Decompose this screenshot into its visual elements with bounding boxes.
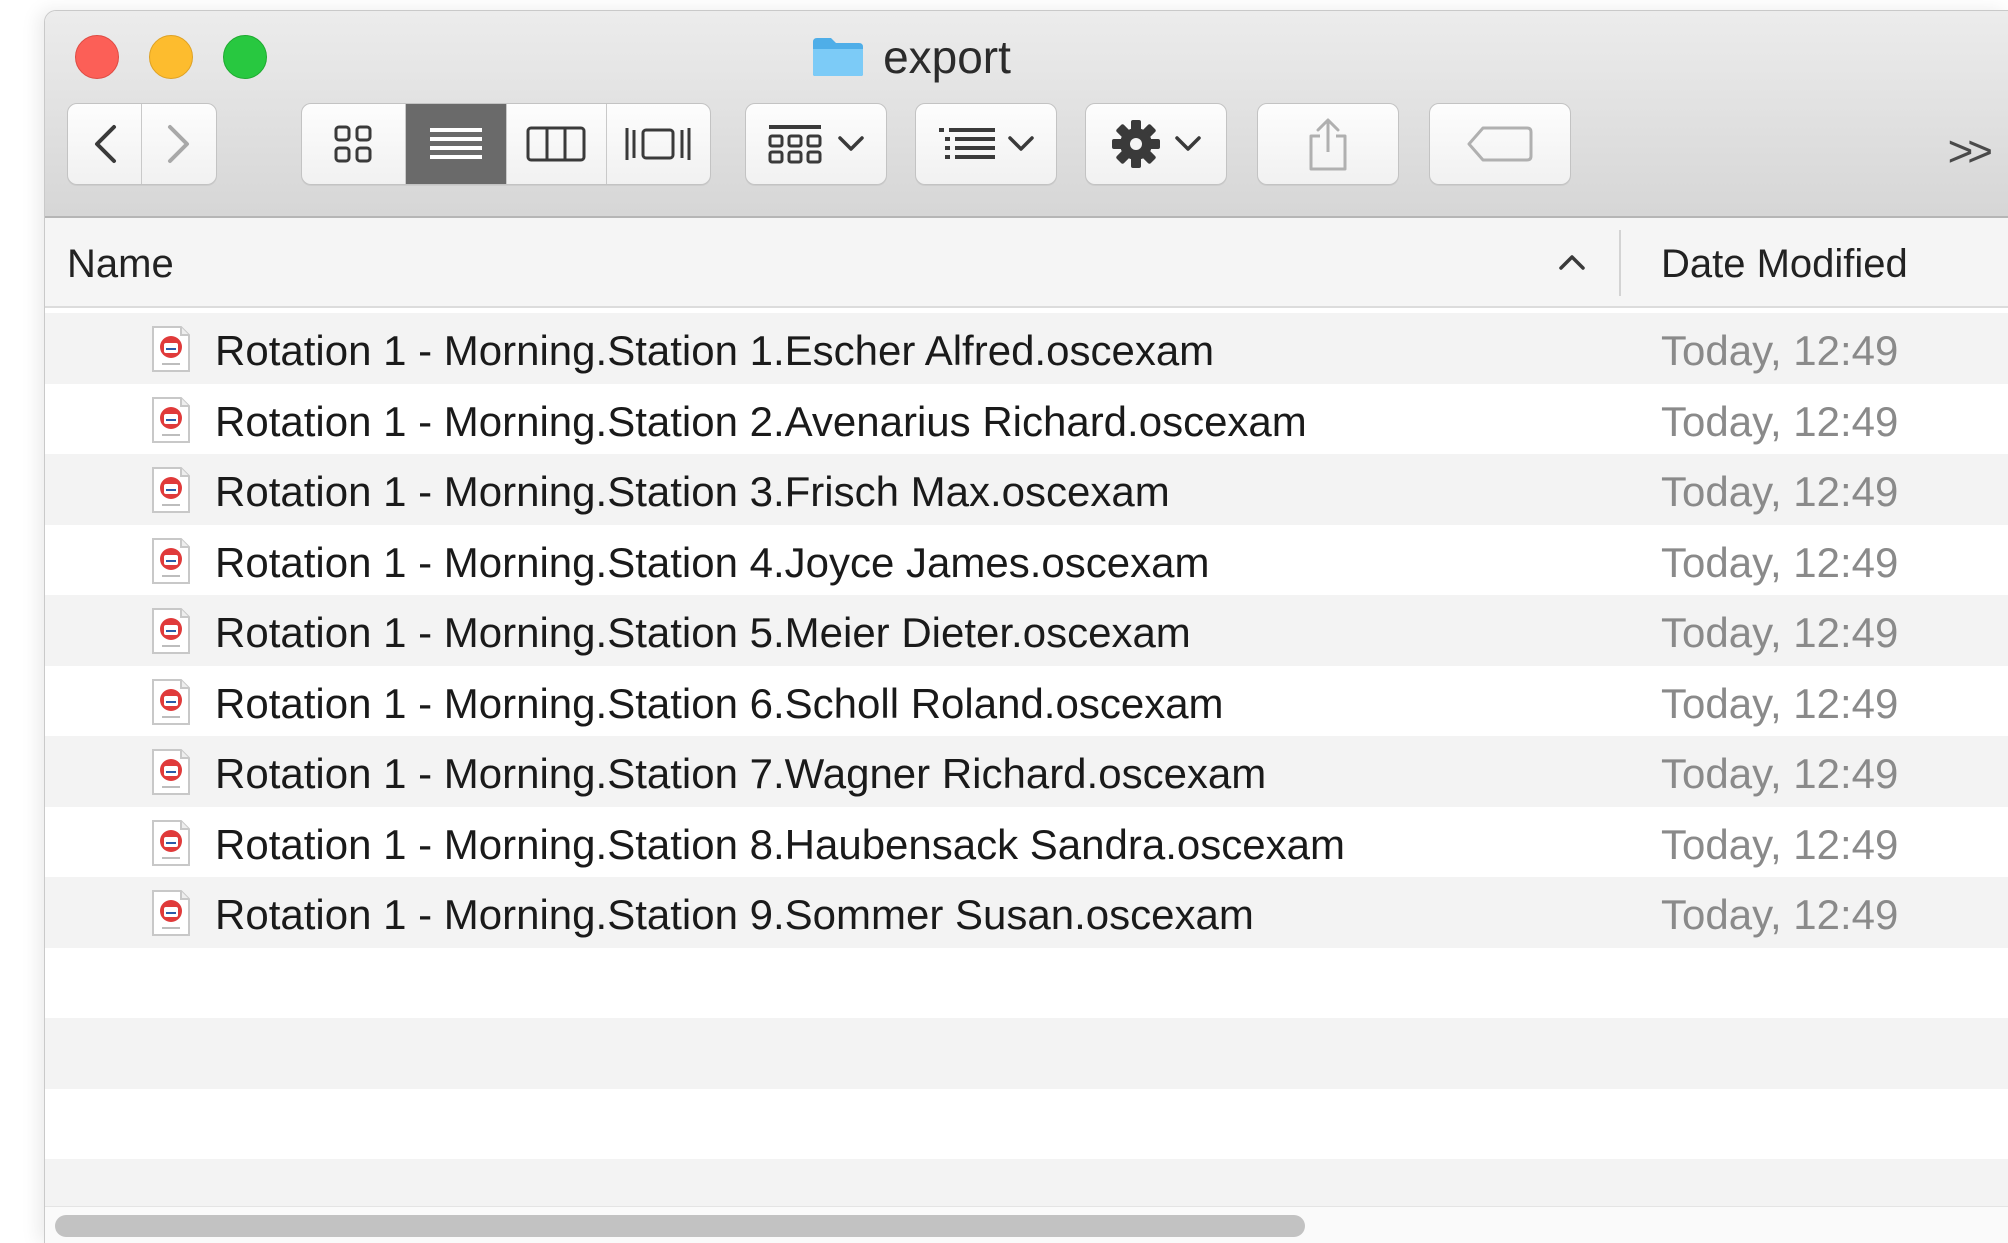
chevron-down-icon bbox=[1007, 135, 1035, 153]
file-row[interactable]: Rotation 1 - Morning.Station 5.Meier Die… bbox=[45, 595, 2008, 666]
finder-window: export >> Name Date Modified Rotation 1 … bbox=[44, 10, 2008, 1243]
grid-icon bbox=[333, 124, 373, 164]
file-name: Rotation 1 - Morning.Station 5.Meier Die… bbox=[215, 609, 1191, 656]
file-name: Rotation 1 - Morning.Station 7.Wagner Ri… bbox=[215, 750, 1267, 797]
window-title-bar: export bbox=[45, 31, 1893, 83]
cover-flow-icon bbox=[623, 124, 693, 164]
date-modified-column-header[interactable]: Date Modified bbox=[1661, 242, 1908, 287]
scrollbar-thumb[interactable] bbox=[55, 1215, 1305, 1237]
arrange-button[interactable] bbox=[915, 103, 1057, 185]
name-column-header[interactable]: Name bbox=[67, 242, 174, 287]
chevron-right-icon bbox=[166, 124, 192, 164]
file-name: Rotation 1 - Morning.Station 3.Frisch Ma… bbox=[215, 468, 1170, 515]
file-name: Rotation 1 - Morning.Station 4.Joyce Jam… bbox=[215, 538, 1210, 586]
file-date-modified: Today, 12:49 bbox=[1661, 750, 1899, 797]
forward-button[interactable] bbox=[142, 104, 216, 184]
oscexam-file-icon bbox=[149, 678, 193, 726]
file-name: Rotation 1 - Morning.Station 2.Avenarius… bbox=[215, 397, 1307, 445]
oscexam-file-icon bbox=[149, 607, 193, 655]
file-date-modified: Today, 12:49 bbox=[1661, 538, 1899, 586]
file-row[interactable]: Rotation 1 - Morning.Station 9.Sommer Su… bbox=[45, 877, 2008, 948]
oscexam-file-icon bbox=[149, 748, 193, 796]
tag-icon bbox=[1465, 124, 1535, 164]
gear-icon bbox=[1110, 118, 1162, 170]
navigation-buttons bbox=[67, 103, 217, 185]
file-date-modified: Today, 12:49 bbox=[1661, 820, 1899, 868]
oscexam-file-icon bbox=[149, 819, 193, 867]
file-row[interactable]: Rotation 1 - Morning.Station 7.Wagner Ri… bbox=[45, 736, 2008, 807]
share-icon bbox=[1306, 116, 1350, 172]
file-date-modified: Today, 12:49 bbox=[1661, 397, 1899, 445]
file-name: Rotation 1 - Morning.Station 6.Scholl Ro… bbox=[215, 679, 1224, 727]
file-name: Rotation 1 - Morning.Station 8.Haubensac… bbox=[215, 820, 1345, 868]
file-row[interactable]: Rotation 1 - Morning.Station 4.Joyce Jam… bbox=[45, 524, 2008, 595]
group-by-button[interactable] bbox=[745, 103, 887, 185]
back-button[interactable] bbox=[68, 104, 142, 184]
file-row[interactable]: Rotation 1 - Morning.Station 6.Scholl Ro… bbox=[45, 665, 2008, 736]
file-list: Rotation 1 - Morning.Station 1.Escher Al… bbox=[45, 313, 2008, 1230]
oscexam-file-icon bbox=[149, 889, 193, 937]
cover-flow-view-button[interactable] bbox=[607, 104, 710, 184]
list-icon bbox=[428, 124, 484, 164]
list-view-button[interactable] bbox=[405, 104, 507, 184]
column-view-button[interactable] bbox=[507, 104, 607, 184]
oscexam-file-icon bbox=[149, 466, 193, 514]
file-date-modified: Today, 12:49 bbox=[1661, 679, 1899, 727]
chevron-left-icon bbox=[92, 124, 118, 164]
file-date-modified: Today, 12:49 bbox=[1661, 468, 1899, 515]
file-row[interactable]: Rotation 1 - Morning.Station 3.Frisch Ma… bbox=[45, 454, 2008, 525]
toolbar-overflow-button[interactable]: >> bbox=[1948, 127, 1993, 177]
horizontal-scrollbar[interactable] bbox=[45, 1206, 2008, 1243]
file-name: Rotation 1 - Morning.Station 1.Escher Al… bbox=[215, 327, 1215, 374]
file-date-modified: Today, 12:49 bbox=[1661, 891, 1899, 938]
chevron-down-icon bbox=[837, 135, 865, 153]
folder-icon bbox=[811, 36, 865, 78]
window-toolbar: export >> bbox=[45, 11, 2008, 218]
file-date-modified: Today, 12:49 bbox=[1661, 609, 1899, 656]
file-row[interactable]: Rotation 1 - Morning.Station 2.Avenarius… bbox=[45, 383, 2008, 454]
share-button[interactable] bbox=[1257, 103, 1399, 185]
oscexam-file-icon bbox=[149, 325, 193, 373]
arrange-list-icon bbox=[937, 124, 997, 164]
oscexam-file-icon bbox=[149, 396, 193, 444]
file-row[interactable]: Rotation 1 - Morning.Station 1.Escher Al… bbox=[45, 313, 2008, 384]
group-grid-icon bbox=[767, 122, 823, 166]
list-column-header: Name Date Modified bbox=[45, 218, 2008, 308]
file-date-modified: Today, 12:49 bbox=[1661, 327, 1899, 374]
column-divider[interactable] bbox=[1619, 230, 1621, 296]
action-menu-button[interactable] bbox=[1085, 103, 1227, 185]
view-mode-control bbox=[301, 103, 711, 185]
icon-view-button[interactable] bbox=[302, 104, 406, 184]
empty-row bbox=[45, 1088, 2008, 1159]
sort-ascending-icon bbox=[1557, 252, 1587, 277]
file-name: Rotation 1 - Morning.Station 9.Sommer Su… bbox=[215, 891, 1254, 938]
empty-row bbox=[45, 1018, 2008, 1089]
tag-button[interactable] bbox=[1429, 103, 1571, 185]
oscexam-file-icon bbox=[149, 537, 193, 585]
window-title: export bbox=[883, 31, 1011, 83]
file-row[interactable]: Rotation 1 - Morning.Station 8.Haubensac… bbox=[45, 806, 2008, 877]
columns-icon bbox=[526, 125, 586, 163]
empty-row bbox=[45, 947, 2008, 1018]
chevron-down-icon bbox=[1174, 135, 1202, 153]
